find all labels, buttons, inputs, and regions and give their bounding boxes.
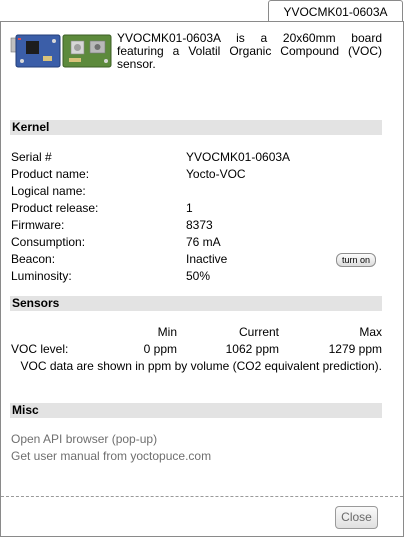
firmware-label: Firmware: <box>11 218 65 232</box>
device-tab[interactable]: YVOCMK01-0603A <box>268 0 403 22</box>
device-description: YVOCMK01-0603A is a 20x60mm board featur… <box>117 31 382 71</box>
consumption-value: 76 mA <box>186 235 221 249</box>
min-column-header: Min <box>157 325 177 339</box>
open-api-browser-link[interactable]: Open API browser (pop-up) <box>11 431 157 448</box>
device-header: YVOCMK01-0603A is a 20x60mm board featur… <box>10 32 383 82</box>
close-button[interactable]: Close <box>335 506 378 529</box>
luminosity-label: Luminosity: <box>11 269 72 283</box>
sensors-section-header: Sensors <box>10 296 382 311</box>
kernel-row-luminosity: Luminosity: 50% <box>11 268 382 285</box>
product-name-value: Yocto-VOC <box>186 167 246 181</box>
voc-note: VOC data are shown in ppm by volume (CO2… <box>20 359 382 373</box>
voc-max-value: 1279 ppm <box>328 342 382 356</box>
kernel-row-beacon: Beacon: Inactive turn on <box>11 251 382 268</box>
kernel-row-product-name: Product name: Yocto-VOC <box>11 166 382 183</box>
voc-min-value: 0 ppm <box>143 342 177 356</box>
beacon-label: Beacon: <box>11 252 56 266</box>
product-release-value: 1 <box>186 201 193 215</box>
serial-value: YVOCMK01-0603A <box>186 150 291 164</box>
user-manual-link[interactable]: Get user manual from yoctopuce.com <box>11 448 211 465</box>
sensor-column-headers: Min Current Max <box>11 324 382 341</box>
kernel-section-header: Kernel <box>10 120 382 135</box>
kernel-row-product-release: Product release: 1 <box>11 200 382 217</box>
firmware-value: 8373 <box>186 218 213 232</box>
voc-level-row: VOC level: 0 ppm 1062 ppm 1279 ppm <box>11 341 382 358</box>
consumption-label: Consumption: <box>11 235 86 249</box>
voc-level-label: VOC level: <box>11 342 69 356</box>
voc-current-value: 1062 ppm <box>225 342 279 356</box>
beacon-value: Inactive <box>186 252 228 266</box>
kernel-row-consumption: Consumption: 76 mA <box>11 234 382 251</box>
serial-label: Serial # <box>11 150 52 164</box>
device-info-panel: YVOCMK01-0603A is a 20x60mm board featur… <box>0 21 404 537</box>
logical-name-label: Logical name: <box>11 184 86 198</box>
footer-divider <box>1 496 403 497</box>
kernel-row-firmware: Firmware: 8373 <box>11 217 382 234</box>
luminosity-value: 50% <box>186 269 211 283</box>
max-column-header: Max <box>359 325 382 339</box>
kernel-row-logical-name: Logical name: <box>11 183 382 200</box>
product-name-label: Product name: <box>11 167 90 181</box>
misc-section-header: Misc <box>10 403 382 418</box>
current-column-header: Current <box>238 325 279 339</box>
beacon-turn-on-button[interactable]: turn on <box>335 253 376 267</box>
device-board-image <box>10 34 112 68</box>
product-release-label: Product release: <box>11 201 99 215</box>
kernel-row-serial: Serial # YVOCMK01-0603A <box>11 149 382 166</box>
